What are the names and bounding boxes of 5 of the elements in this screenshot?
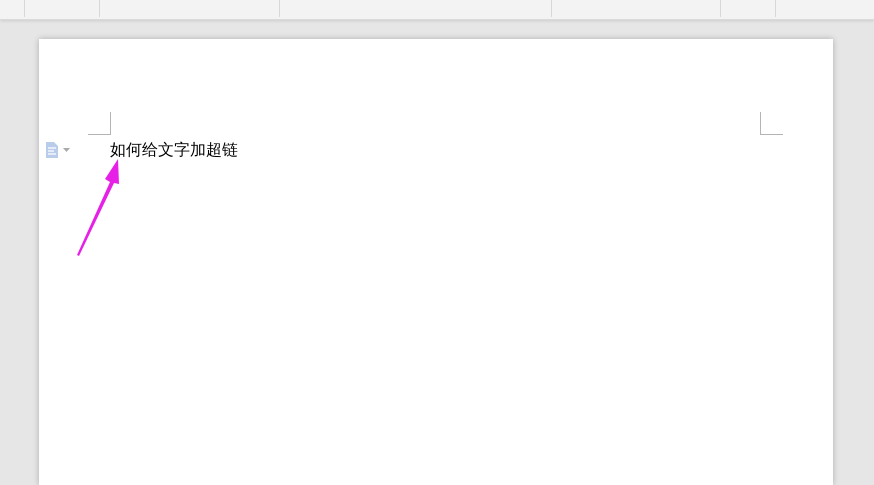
paragraph-icon[interactable] xyxy=(45,142,59,158)
margin-corner-mark xyxy=(88,112,111,135)
caret-icon[interactable] xyxy=(63,148,70,152)
margin-corner-mark xyxy=(760,112,783,135)
paragraph-text: 如何给文字加超链 xyxy=(110,140,238,160)
